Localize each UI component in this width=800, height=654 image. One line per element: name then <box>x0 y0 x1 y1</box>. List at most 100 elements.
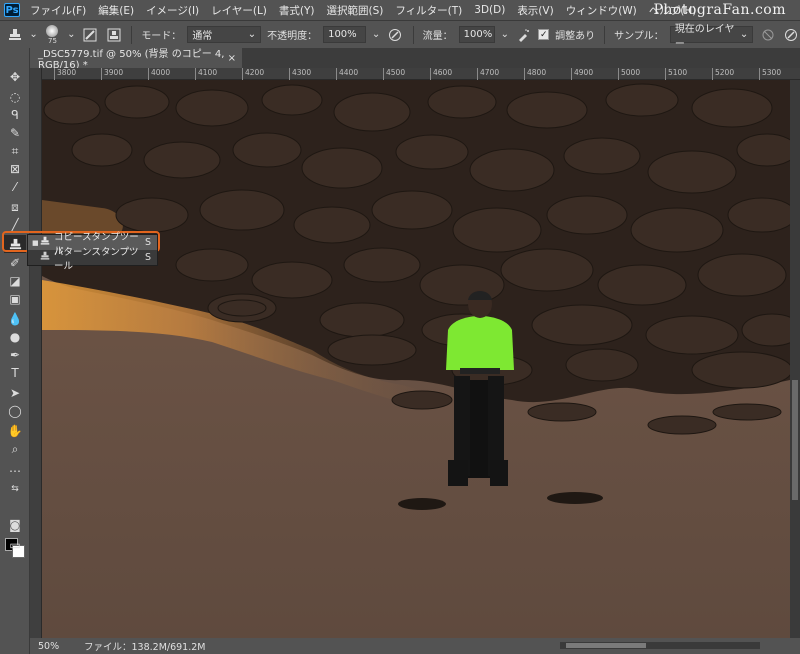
menu-file[interactable]: ファイル(F) <box>24 3 92 18</box>
menu-view[interactable]: 表示(V) <box>511 3 559 18</box>
mode-label: モード： <box>141 31 182 42</box>
clone-source-panel-icon[interactable] <box>105 26 122 44</box>
brush-size-value: 75 <box>48 36 57 45</box>
flyout-item-label: パターンスタンプツール <box>54 246 139 272</box>
ruler-tick-label: 3900 <box>101 68 123 80</box>
sample-label: サンプル： <box>614 31 664 42</box>
menu-type[interactable]: 書式(Y) <box>273 3 321 18</box>
opacity-input[interactable]: 100% <box>323 26 366 43</box>
brush-tip-icon <box>46 24 59 37</box>
ruler-tick-label: 4900 <box>571 68 593 80</box>
menu-3d[interactable]: 3D(D) <box>468 4 511 16</box>
flyout-item-shortcut: S <box>145 252 152 263</box>
mode-select[interactable]: 通常 ⌄ <box>187 26 262 43</box>
flow-value: 100% <box>463 29 493 40</box>
brush-settings-icon[interactable] <box>82 26 99 44</box>
quick-mask-icon[interactable]: ◙ <box>4 516 26 534</box>
ruler-tick-label: 4400 <box>336 68 358 80</box>
ruler-tick-label: 5000 <box>618 68 640 80</box>
close-icon[interactable]: × <box>228 53 236 64</box>
document-tab-bar: _DSC5779.tif @ 50% (背景 のコピー 4, RGB/16) *… <box>30 48 800 71</box>
blur-tool-icon[interactable]: 💧 <box>4 310 26 328</box>
shape-tool-icon[interactable]: ◯ <box>4 402 26 420</box>
separator <box>604 25 606 44</box>
document-canvas[interactable] <box>42 80 790 638</box>
ruler-tick-label: 3800 <box>54 68 76 80</box>
ruler-tick-label: 4800 <box>524 68 546 80</box>
hand-tool-icon[interactable]: ✋ <box>4 422 26 440</box>
horizontal-ruler[interactable]: 3800 3900 4000 4100 4200 4300 4400 4500 4600 4700… <box>42 68 800 80</box>
menu-edit[interactable]: 編集(E) <box>92 3 140 18</box>
crop-tool-icon[interactable]: ⌗ <box>4 142 26 160</box>
menu-layer[interactable]: レイヤー(L) <box>205 3 273 18</box>
screen-mode-icon[interactable]: ▭ <box>4 536 26 554</box>
ruler-tick-label: 5100 <box>665 68 687 80</box>
ruler-tick-label: 4200 <box>242 68 264 80</box>
separator <box>412 25 414 44</box>
lasso-tool-icon[interactable]: ᑫ <box>4 106 26 124</box>
flow-label: 流量： <box>422 31 453 42</box>
document-tab[interactable]: _DSC5779.tif @ 50% (背景 のコピー 4, RGB/16) *… <box>30 48 242 71</box>
zoom-tool-icon[interactable]: ⌕ <box>4 440 26 458</box>
zoom-level[interactable]: 50% <box>30 641 70 652</box>
chevron-down-icon: ⌄ <box>247 29 257 40</box>
horizontal-scrollbar-thumb[interactable] <box>566 643 646 648</box>
menu-select[interactable]: 選択範囲(S) <box>321 3 390 18</box>
menu-filter[interactable]: フィルター(T) <box>389 3 468 18</box>
aligned-label: 調整あり <box>555 31 596 42</box>
flow-input[interactable]: 100% <box>458 26 495 43</box>
chevron-down-icon: ⌄ <box>739 29 749 40</box>
flyout-item-pattern-stamp[interactable]: パターンスタンプツール S <box>28 247 157 272</box>
horizontal-scrollbar[interactable] <box>560 642 760 649</box>
dodge-tool-icon[interactable]: ● <box>4 328 26 346</box>
eraser-tool-icon[interactable]: ◪ <box>4 272 26 290</box>
menu-window[interactable]: ウィンドウ(W) <box>560 3 643 18</box>
vertical-ruler[interactable] <box>30 68 42 638</box>
ignore-adjustment-layers-icon[interactable] <box>759 26 776 44</box>
pen-tool-icon[interactable]: ✒ <box>4 346 26 364</box>
brush-preset-picker[interactable]: 75 <box>44 24 61 46</box>
ruler-tick-label: 4700 <box>477 68 499 80</box>
opacity-chevron-icon[interactable]: ⌄ <box>372 29 380 40</box>
eyedropper-tool-icon[interactable]: ⁄ <box>4 178 26 196</box>
ruler-tick-label: 5300 <box>759 68 781 80</box>
options-bar: ⌄ 75 ⌄ モード： 通常 ⌄ 不透明度： 100% ⌄ 流量： 100% ⌄… <box>0 20 800 50</box>
status-bar: 50% ファイル：138.2M/691.2M <box>30 638 800 654</box>
ruler-tick-label: 4300 <box>289 68 311 80</box>
sample-value: 現在のレイヤー <box>674 23 735 50</box>
healing-brush-tool-icon[interactable]: ⧈ <box>4 198 26 216</box>
brush-chevron-icon[interactable]: ⌄ <box>67 29 75 40</box>
quick-selection-tool-icon[interactable]: ✎ <box>4 124 26 142</box>
history-brush-tool-icon[interactable]: ✐ <box>4 254 26 272</box>
sample-select[interactable]: 現在のレイヤー ⌄ <box>669 24 754 50</box>
default-colors-icon[interactable]: ⇆ <box>4 480 26 498</box>
menu-bar: Ps ファイル(F) 編集(E) イメージ(I) レイヤー(L) 書式(Y) 選… <box>0 0 800 20</box>
marquee-tool-icon[interactable]: ◌ <box>4 88 26 106</box>
airbrush-icon[interactable] <box>515 26 532 44</box>
selected-bullet-icon: ■ <box>32 238 39 247</box>
ruler-tick-label: 5200 <box>712 68 734 80</box>
clone-stamp-icon <box>40 236 54 249</box>
aligned-checkbox[interactable]: ✓ <box>538 29 550 40</box>
vertical-scrollbar-thumb[interactable] <box>792 380 798 500</box>
menu-image[interactable]: イメージ(I) <box>140 3 205 18</box>
vertical-scrollbar[interactable] <box>790 80 800 638</box>
frame-tool-icon[interactable]: ⊠ <box>4 160 26 178</box>
pressure-opacity-icon[interactable] <box>386 26 403 44</box>
tools-panel: ✥ ◌ ᑫ ✎ ⌗ ⊠ ⁄ ⧈ ╱ ✐ ◪ ▣ 💧 ● ✒ T ➤ ◯ ✋ ⌕ … <box>0 48 30 654</box>
path-selection-tool-icon[interactable]: ➤ <box>4 384 26 402</box>
brand-watermark: PhotograFan.com <box>653 2 786 18</box>
flow-chevron-icon[interactable]: ⌄ <box>501 29 509 40</box>
pressure-size-icon[interactable] <box>783 26 800 44</box>
file-size-info[interactable]: ファイル：138.2M/691.2M <box>70 639 206 653</box>
type-tool-icon[interactable]: T <box>4 364 26 382</box>
tool-preset-chevron-icon[interactable]: ⌄ <box>29 29 37 40</box>
ruler-tick-label: 4600 <box>430 68 452 80</box>
clone-stamp-icon[interactable] <box>6 26 23 44</box>
opacity-label: 不透明度： <box>267 31 318 42</box>
separator <box>131 25 133 44</box>
move-tool-icon[interactable]: ✥ <box>4 68 26 86</box>
gradient-tool-icon[interactable]: ▣ <box>4 290 26 308</box>
flyout-item-shortcut: S <box>145 237 152 248</box>
edit-toolbar-icon[interactable]: ⋯ <box>4 462 26 480</box>
